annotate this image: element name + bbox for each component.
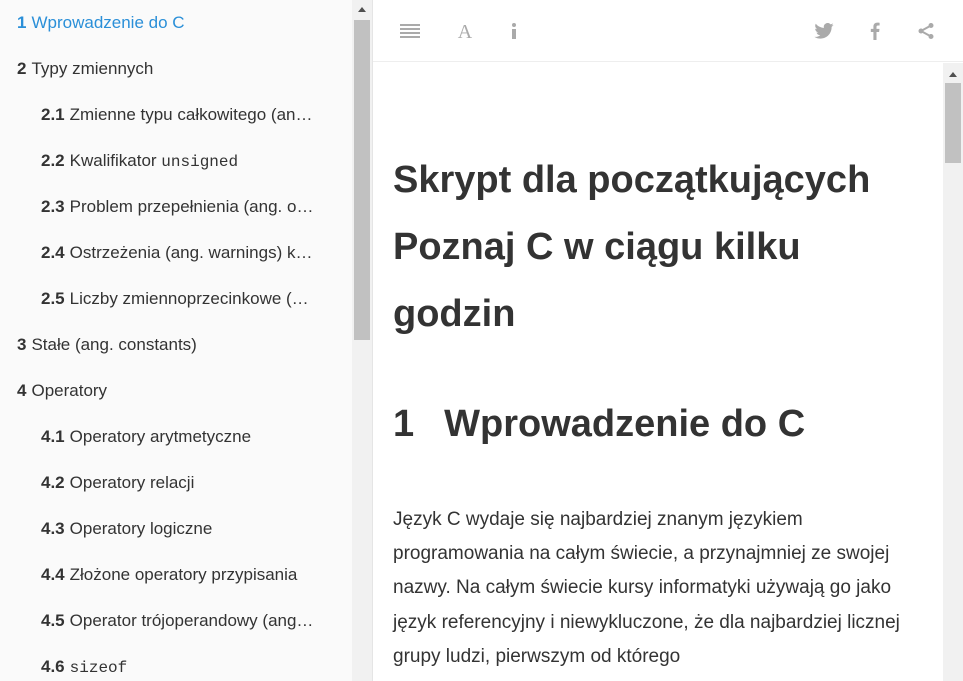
toc-label: Ostrzeżenia (ang. warnings) k… — [69, 243, 313, 262]
font-icon[interactable]: A — [452, 18, 478, 44]
toc-label: Operator trójoperandowy (ang… — [69, 611, 314, 630]
toc-number: 4.6 — [41, 657, 65, 676]
toc-item-3[interactable]: 3 Stałe (ang. constants) — [0, 322, 352, 368]
toc-label: Kwalifikator — [69, 151, 162, 170]
twitter-icon[interactable] — [811, 18, 837, 44]
sidebar: 1 Wprowadzenie do C 2 Typy zmiennych 2.1 Zm… — [0, 0, 373, 681]
toc-item-2-4[interactable]: 2.4 Ostrzeżenia (ang. warnings) k… — [0, 230, 352, 276]
book-title: Skrypt dla początkujących Poznaj C w cią… — [393, 159, 871, 335]
toc-number: 2.3 — [41, 197, 65, 216]
sidebar-scrollbar-thumb[interactable] — [354, 20, 370, 340]
content-scrollbar-thumb[interactable] — [945, 83, 961, 163]
toc-item-2-1[interactable]: 2.1 Zmienne typu całkowitego (an… — [0, 92, 352, 138]
toc-code: unsigned — [161, 153, 239, 171]
toc-item-2[interactable]: 2 Typy zmiennych — [0, 46, 352, 92]
toc-item-2-5[interactable]: 2.5 Liczby zmiennoprzecinkowe (… — [0, 276, 352, 322]
content-scrollbar[interactable] — [943, 63, 963, 681]
toc-number: 4 — [17, 381, 27, 400]
chapter-heading: 1 Wprowadzenie do C — [393, 403, 805, 446]
toc-label: Problem przepełnienia (ang. o… — [69, 197, 314, 216]
toc-item-2-3[interactable]: 2.3 Problem przepełnienia (ang. o… — [0, 184, 352, 230]
main-panel: A Skrypt dla początkujących Poznaj C w c… — [373, 0, 963, 681]
list-icon[interactable] — [397, 18, 423, 44]
toc-item-4-2[interactable]: 4.2 Operatory relacji — [0, 460, 352, 506]
toc-number: 2.2 — [41, 151, 65, 170]
toc-number: 4.4 — [41, 565, 65, 584]
chapter-title: Wprowadzenie do C — [444, 403, 806, 445]
toc-item-4-3[interactable]: 4.3 Operatory logiczne — [0, 506, 352, 552]
sidebar-scrollbar[interactable] — [352, 0, 372, 681]
book-toolbar: A — [373, 0, 963, 62]
toc-item-4-1[interactable]: 4.1 Operatory arytmetyczne — [0, 414, 352, 460]
toc-label: Złożone operatory przypisania — [69, 565, 298, 584]
toc-label: Liczby zmiennoprzecinkowe (… — [69, 289, 309, 308]
toc-number: 4.2 — [41, 473, 65, 492]
table-of-contents: 1 Wprowadzenie do C 2 Typy zmiennych 2.1 Zm… — [0, 0, 352, 681]
toc-item-4-4[interactable]: 4.4 Złożone operatory przypisania — [0, 552, 352, 598]
chapter-number: 1 — [393, 403, 415, 445]
toc-code: sizeof — [69, 659, 128, 677]
toc-label: Operatory logiczne — [69, 519, 213, 538]
toc-number: 3 — [17, 335, 27, 354]
toc-item-2-2[interactable]: 2.2 Kwalifikator unsigned — [0, 138, 352, 184]
chapter-paragraph: Język C wydaje się najbardziej znanym ję… — [393, 509, 900, 667]
toc-number: 2.5 — [41, 289, 65, 308]
toc-number: 2 — [17, 59, 27, 78]
toc-item-4-6[interactable]: 4.6 sizeof — [0, 644, 352, 681]
toc-label: Stałe (ang. constants) — [31, 335, 197, 354]
toc-label: Typy zmiennych — [31, 59, 154, 78]
share-icon[interactable] — [913, 18, 939, 44]
scroll-up-arrow-icon[interactable] — [943, 65, 963, 83]
toc-number: 2.4 — [41, 243, 65, 262]
toc-label: Wprowadzenie do C — [31, 13, 185, 32]
toc-item-1[interactable]: 1 Wprowadzenie do C — [0, 0, 352, 46]
toc-number: 2.1 — [41, 105, 65, 124]
toc-label: Zmienne typu całkowitego (an… — [69, 105, 313, 124]
toc-number: 4.5 — [41, 611, 65, 630]
toc-item-4[interactable]: 4 Operatory — [0, 368, 352, 414]
toc-item-4-5[interactable]: 4.5 Operator trójoperandowy (ang… — [0, 598, 352, 644]
info-icon[interactable] — [501, 18, 527, 44]
toc-number: 4.1 — [41, 427, 65, 446]
toc-label: Operatory — [31, 381, 108, 400]
book-content: Skrypt dla początkujących Poznaj C w cią… — [373, 63, 943, 681]
toc-number: 1 — [17, 13, 27, 32]
toc-label: Operatory relacji — [69, 473, 195, 492]
svg-text:A: A — [458, 21, 473, 41]
scroll-up-arrow-icon[interactable] — [352, 0, 372, 18]
facebook-icon[interactable] — [862, 18, 888, 44]
toc-number: 4.3 — [41, 519, 65, 538]
toc-label: Operatory arytmetyczne — [69, 427, 252, 446]
